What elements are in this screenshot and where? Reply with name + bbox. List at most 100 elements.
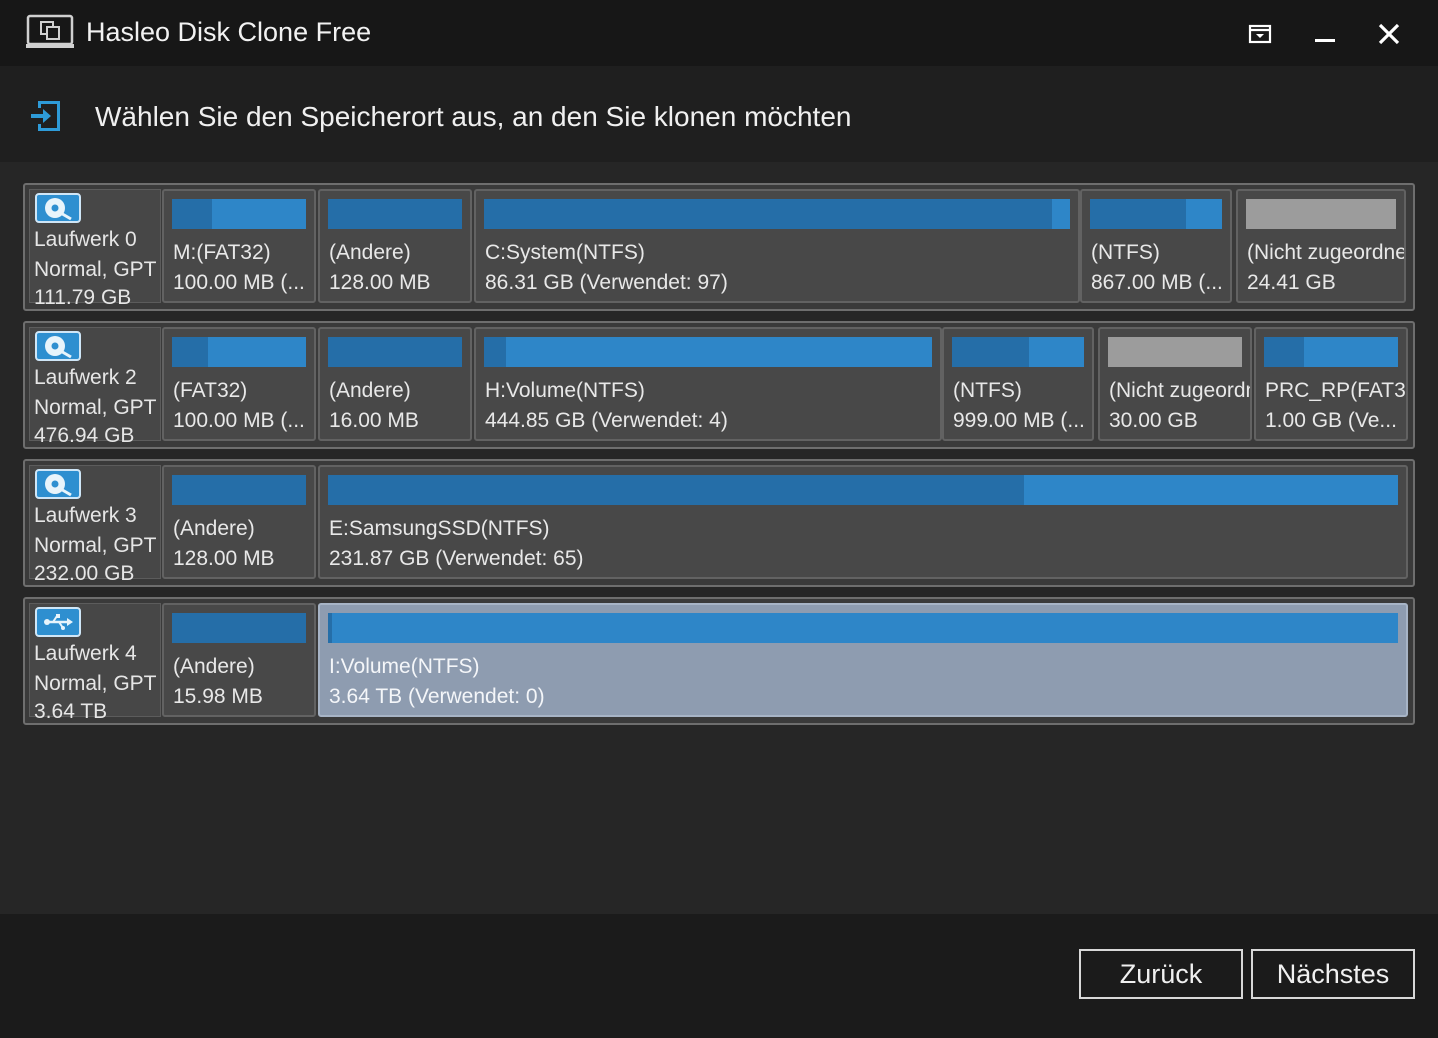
partition-size: 128.00 MB bbox=[173, 547, 275, 570]
partition-item[interactable]: (Nicht zugeordnet) 30.00 GB bbox=[1098, 327, 1252, 441]
partition-usage-bar bbox=[952, 337, 1084, 367]
partition-name: (Andere) bbox=[173, 517, 255, 540]
disk-type: Normal, GPT bbox=[34, 672, 157, 695]
close-icon bbox=[1378, 23, 1400, 45]
partition-size: 128.00 MB bbox=[329, 271, 431, 294]
partition-used-fill bbox=[328, 475, 1024, 505]
partition-usage-bar bbox=[1090, 199, 1222, 229]
partition-usage-bar bbox=[1246, 199, 1396, 229]
partition-item[interactable]: H:Volume(NTFS) 444.85 GB (Verwendet: 4) bbox=[474, 327, 942, 441]
window-title: Hasleo Disk Clone Free bbox=[86, 17, 372, 47]
partition-item[interactable]: E:SamsungSSD(NTFS) 231.87 GB (Verwendet: … bbox=[318, 465, 1408, 579]
disk-info[interactable]: Laufwerk 3 Normal, GPT 232.00 GB bbox=[29, 465, 161, 585]
partition-size: 24.41 GB bbox=[1247, 271, 1336, 294]
close-button[interactable] bbox=[1367, 14, 1411, 54]
usb-drive-icon bbox=[35, 607, 81, 637]
partition-usage-bar bbox=[328, 337, 462, 367]
disk-row[interactable]: Laufwerk 2 Normal, GPT 476.94 GB (FAT32) 100… bbox=[23, 321, 1415, 449]
partition-used-fill bbox=[484, 337, 507, 367]
partition-size: 100.00 MB (... bbox=[173, 409, 305, 432]
partition-size: 15.98 MB bbox=[173, 685, 263, 708]
disk-type: Normal, GPT bbox=[34, 534, 157, 557]
disk-type: Normal, GPT bbox=[34, 396, 157, 419]
disk-info[interactable]: Laufwerk 0 Normal, GPT 111.79 GB bbox=[29, 189, 161, 309]
partition-item[interactable]: M:(FAT32) 100.00 MB (... bbox=[162, 189, 316, 303]
title-bar: Hasleo Disk Clone Free bbox=[0, 0, 1438, 66]
disk-name: Laufwerk 0 bbox=[34, 228, 137, 251]
restore-window-button[interactable] bbox=[1238, 14, 1282, 54]
partition-item[interactable]: (Andere) 16.00 MB bbox=[318, 327, 472, 441]
restore-window-icon bbox=[1248, 24, 1272, 44]
partition-item[interactable]: (Andere) 128.00 MB bbox=[318, 189, 472, 303]
partition-usage-bar bbox=[172, 337, 306, 367]
partition-used-fill bbox=[172, 337, 209, 367]
partition-name: (Andere) bbox=[329, 241, 411, 264]
partition-usage-bar bbox=[328, 613, 1398, 643]
partition-item[interactable]: PRC_RP(FAT32) 1.00 GB (Ve... bbox=[1254, 327, 1408, 441]
minimize-icon bbox=[1315, 39, 1335, 42]
disk-size: 111.79 GB bbox=[34, 286, 132, 309]
partition-item[interactable]: C:System(NTFS) 86.31 GB (Verwendet: 97) bbox=[474, 189, 1080, 303]
partition-size: 100.00 MB (... bbox=[173, 271, 305, 294]
partition-used-fill bbox=[952, 337, 1029, 367]
partition-name: (Andere) bbox=[329, 379, 411, 402]
partition-name: PRC_RP(FAT32) bbox=[1265, 379, 1406, 402]
hdd-icon bbox=[35, 469, 81, 499]
disk-name: Laufwerk 3 bbox=[34, 504, 137, 527]
partition-size: 86.31 GB (Verwendet: 97) bbox=[485, 271, 728, 294]
hdd-icon bbox=[35, 193, 81, 223]
import-arrow-icon bbox=[31, 101, 60, 131]
disk-size: 3.64 TB bbox=[34, 700, 108, 723]
partition-name: (FAT32) bbox=[173, 379, 248, 402]
partition-name: I:Volume(NTFS) bbox=[329, 655, 480, 678]
partition-name: (NTFS) bbox=[1091, 241, 1160, 264]
partition-item[interactable]: (FAT32) 100.00 MB (... bbox=[162, 327, 316, 441]
partition-usage-bar bbox=[1108, 337, 1242, 367]
page-title: Wählen Sie den Speicherort aus, an den S… bbox=[95, 101, 852, 132]
partition-usage-bar bbox=[172, 475, 306, 505]
minimize-button[interactable] bbox=[1303, 14, 1347, 54]
partition-size: 16.00 MB bbox=[329, 409, 419, 432]
partition-used-fill bbox=[328, 337, 462, 367]
partition-size: 1.00 GB (Ve... bbox=[1265, 409, 1397, 432]
partition-used-fill bbox=[484, 199, 1053, 229]
partition-usage-bar bbox=[172, 613, 306, 643]
partition-used-fill bbox=[1264, 337, 1305, 367]
disk-row[interactable]: Laufwerk 0 Normal, GPT 111.79 GB M:(FAT32) 1… bbox=[23, 183, 1415, 311]
partition-name: E:SamsungSSD(NTFS) bbox=[329, 517, 550, 540]
disk-size: 232.00 GB bbox=[34, 562, 135, 585]
partition-size: 30.00 GB bbox=[1109, 409, 1198, 432]
footer: Zurück Nächstes bbox=[0, 914, 1438, 1038]
partition-used-fill bbox=[328, 199, 462, 229]
partition-name: (Nicht zugeordnet) bbox=[1109, 379, 1250, 402]
disk-clone-app-icon bbox=[26, 14, 74, 48]
page-header: Wählen Sie den Speicherort aus, an den S… bbox=[0, 66, 1438, 162]
disk-row[interactable]: Laufwerk 3 Normal, GPT 232.00 GB (Andere) 12… bbox=[23, 459, 1415, 587]
partition-item[interactable]: (NTFS) 867.00 MB (... bbox=[1080, 189, 1232, 303]
next-button[interactable]: Nächstes bbox=[1251, 949, 1415, 999]
partition-used-fill bbox=[1090, 199, 1187, 229]
partition-size: 231.87 GB (Verwendet: 65) bbox=[329, 547, 584, 570]
partition-size: 999.00 MB (... bbox=[953, 409, 1085, 432]
partition-size: 444.85 GB (Verwendet: 4) bbox=[485, 409, 728, 432]
partition-used-fill bbox=[172, 199, 213, 229]
partition-item[interactable]: (Andere) 128.00 MB bbox=[162, 465, 316, 579]
partition-item[interactable]: (NTFS) 999.00 MB (... bbox=[942, 327, 1094, 441]
partition-name: M:(FAT32) bbox=[173, 241, 271, 264]
partition-size: 3.64 TB (Verwendet: 0) bbox=[329, 685, 545, 708]
partition-name: (Andere) bbox=[173, 655, 255, 678]
disk-info[interactable]: Laufwerk 4 Normal, GPT 3.64 TB bbox=[29, 603, 161, 723]
disk-name: Laufwerk 2 bbox=[34, 366, 137, 389]
disk-row[interactable]: Laufwerk 4 Normal, GPT 3.64 TB (Andere) 15.9… bbox=[23, 597, 1415, 725]
partition-item[interactable]: (Nicht zugeordnet) 24.41 GB bbox=[1236, 189, 1406, 303]
partition-size: 867.00 MB (... bbox=[1091, 271, 1223, 294]
partition-usage-bar bbox=[328, 475, 1398, 505]
partition-used-fill bbox=[172, 475, 306, 505]
back-button[interactable]: Zurück bbox=[1079, 949, 1243, 999]
disk-size: 476.94 GB bbox=[34, 424, 135, 447]
disk-type: Normal, GPT bbox=[34, 258, 157, 281]
disk-info[interactable]: Laufwerk 2 Normal, GPT 476.94 GB bbox=[29, 327, 161, 447]
partition-item[interactable]: I:Volume(NTFS) 3.64 TB (Verwendet: 0) bbox=[318, 603, 1408, 717]
partition-item[interactable]: (Andere) 15.98 MB bbox=[162, 603, 316, 717]
partition-name: C:System(NTFS) bbox=[485, 241, 645, 264]
